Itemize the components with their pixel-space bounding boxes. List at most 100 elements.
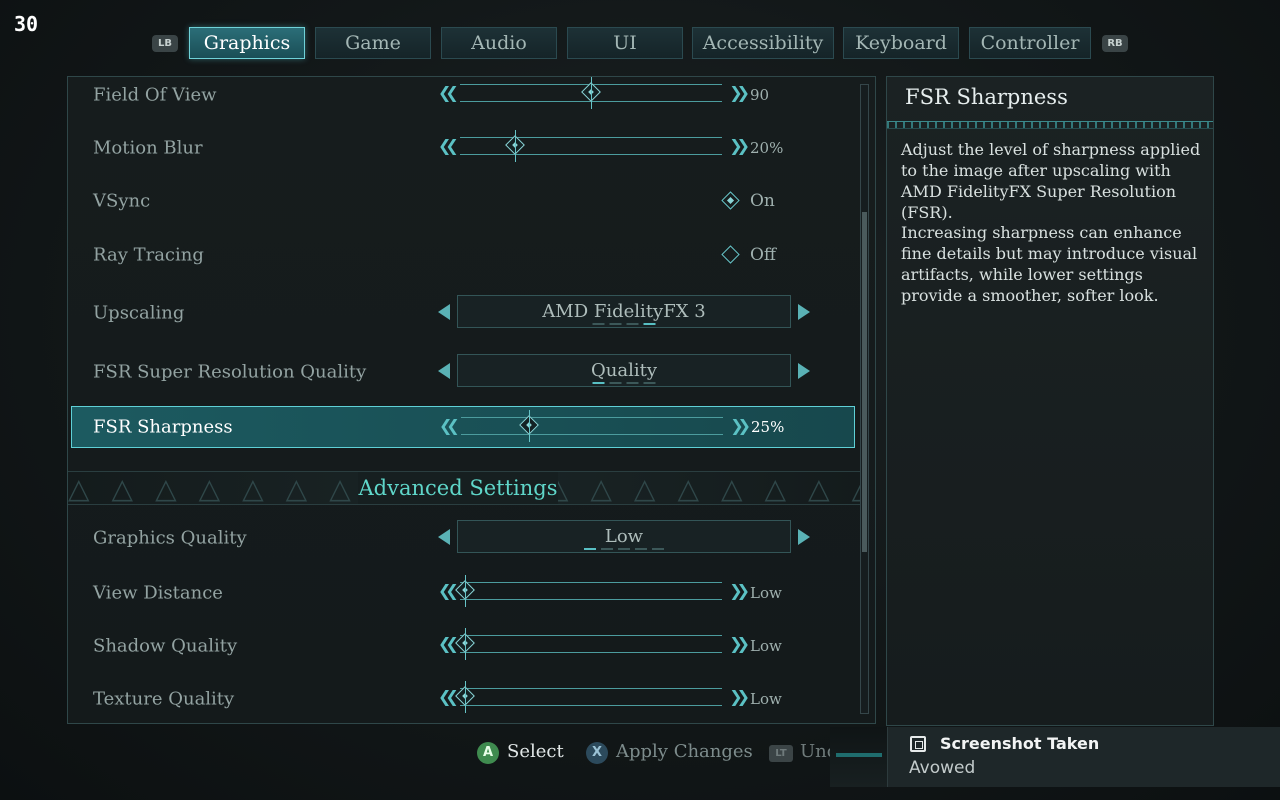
setting-value: 90 [750, 86, 770, 104]
setting-value: 25% [751, 418, 785, 436]
slider-tick-mark [465, 575, 466, 607]
setting-row-ray-tracing[interactable]: Ray Tracing Off [71, 234, 855, 276]
lb-bumper-icon[interactable]: LB [152, 35, 178, 52]
fsr-quality-selector[interactable]: Quality [457, 354, 791, 387]
a-button-icon: A [477, 742, 499, 764]
settings-scrollbar[interactable] [860, 84, 869, 714]
screenshot-thumbnail [830, 727, 888, 787]
chevron-right-icon[interactable]: ❯❯ [718, 580, 750, 602]
texture-quality-slider[interactable]: ❮❮ ❯❯ [438, 681, 750, 713]
arrow-left-icon[interactable] [438, 529, 450, 545]
notification-subtitle: Avowed [909, 758, 976, 778]
slider-track[interactable] [460, 582, 722, 600]
option-indicator [592, 382, 656, 384]
scrollbar-thumb[interactable] [862, 212, 867, 552]
chevron-right-icon[interactable]: ❯❯ [718, 633, 750, 655]
field-of-view-slider[interactable]: ❮❮ ❯❯ [438, 77, 750, 109]
setting-label: View Distance [93, 582, 223, 604]
tab-controller[interactable]: Controller [969, 27, 1091, 59]
apply-changes-hint[interactable]: Apply Changes [616, 741, 753, 762]
setting-row-fsr-quality[interactable]: FSR Super Resolution Quality Quality [71, 351, 855, 393]
option-dash [609, 323, 622, 325]
setting-label: Ray Tracing [93, 244, 204, 266]
setting-row-field-of-view[interactable]: Field Of View ❮❮ ❯❯ 90 [71, 74, 855, 116]
chevron-right-icon[interactable]: ❯❯ [718, 686, 750, 708]
tab-graphics[interactable]: Graphics [189, 27, 305, 59]
tab-audio[interactable]: Audio [441, 27, 557, 59]
slider-tick-mark [465, 628, 466, 660]
screenshot-icon [910, 736, 926, 752]
diamond-toggle-icon[interactable] [721, 245, 740, 264]
setting-value: Off [750, 245, 777, 265]
setting-label: VSync [93, 190, 151, 212]
setting-value: On [750, 191, 775, 211]
fsr-sharpness-slider[interactable]: ❮❮ ❯❯ [439, 410, 751, 442]
setting-label: Upscaling [93, 302, 185, 324]
slider-tick-mark [591, 77, 592, 109]
arrow-right-icon[interactable] [798, 363, 810, 379]
tab-accessibility[interactable]: Accessibility [692, 27, 834, 59]
setting-label: FSR Sharpness [93, 416, 233, 438]
ornament-divider [887, 121, 1213, 129]
description-paragraph: Increasing sharpness can enhance fine de… [901, 223, 1198, 305]
setting-row-shadow-quality[interactable]: Shadow Quality ❮❮ ❯❯ Low [71, 625, 855, 667]
motion-blur-slider[interactable]: ❮❮ ❯❯ [438, 130, 750, 162]
setting-row-vsync[interactable]: VSync On [71, 180, 855, 222]
option-dash [626, 382, 639, 384]
description-title: FSR Sharpness [905, 85, 1068, 109]
arrow-right-icon[interactable] [798, 529, 810, 545]
option-dash [643, 382, 656, 384]
section-title: Advanced Settings [358, 472, 558, 504]
upscaling-selector[interactable]: AMD FidelityFX 3 [457, 295, 791, 328]
setting-value: Low [750, 637, 782, 655]
option-dash-active [584, 548, 596, 550]
setting-row-upscaling[interactable]: Upscaling AMD FidelityFX 3 [71, 292, 855, 334]
tab-game[interactable]: Game [315, 27, 431, 59]
option-dash [601, 548, 613, 550]
diamond-toggle-icon[interactable] [721, 191, 740, 210]
chevron-right-icon[interactable]: ❯❯ [718, 82, 750, 104]
setting-row-motion-blur[interactable]: Motion Blur ❮❮ ❯❯ 20% [71, 127, 855, 169]
selector-value: Low [604, 526, 644, 547]
slider-track[interactable] [461, 417, 723, 435]
view-distance-slider[interactable]: ❮❮ ❯❯ [438, 575, 750, 607]
screenshot-notification[interactable]: Screenshot Taken Avowed [830, 727, 1280, 787]
setting-row-texture-quality[interactable]: Texture Quality ❮❮ ❯❯ Low [71, 678, 855, 720]
description-paragraph: Adjust the level of sharpness applied to… [901, 140, 1201, 222]
arrow-left-icon[interactable] [438, 363, 450, 379]
rb-bumper-icon[interactable]: RB [1102, 35, 1128, 52]
x-button-icon: X [586, 742, 608, 764]
option-dash [618, 548, 630, 550]
shadow-quality-slider[interactable]: ❮❮ ❯❯ [438, 628, 750, 660]
option-dash-active [643, 323, 656, 325]
slider-track[interactable] [460, 635, 722, 653]
tab-keyboard[interactable]: Keyboard [843, 27, 959, 59]
option-dash [635, 548, 647, 550]
chevron-right-icon[interactable]: ❯❯ [718, 135, 750, 157]
selector-value: Quality [591, 360, 657, 381]
setting-row-graphics-quality[interactable]: Graphics Quality Low [71, 517, 855, 559]
setting-value: Low [750, 584, 782, 602]
setting-row-fsr-sharpness[interactable]: FSR Sharpness ❮❮ ❯❯ 25% [71, 406, 855, 448]
setting-label: Field Of View [93, 84, 217, 106]
slider-track[interactable] [460, 137, 722, 155]
tab-ui[interactable]: UI [567, 27, 683, 59]
setting-value: Low [750, 690, 782, 708]
graphics-quality-selector[interactable]: Low [457, 520, 791, 553]
setting-value: 20% [750, 139, 784, 157]
option-dash [626, 323, 639, 325]
description-panel: FSR Sharpness Adjust the level of sharpn… [886, 76, 1214, 726]
slider-track[interactable] [460, 688, 722, 706]
arrow-right-icon[interactable] [798, 304, 810, 320]
arrow-left-icon[interactable] [438, 304, 450, 320]
slider-tick-mark [515, 130, 517, 162]
setting-label: FSR Super Resolution Quality [93, 361, 367, 383]
slider-tick-mark [529, 410, 530, 442]
selector-value: AMD FidelityFX 3 [542, 301, 706, 322]
setting-label: Shadow Quality [93, 635, 238, 657]
setting-row-view-distance[interactable]: View Distance ❮❮ ❯❯ Low [71, 572, 855, 614]
option-indicator [584, 548, 664, 550]
select-hint[interactable]: Select [507, 741, 564, 762]
chevron-right-icon[interactable]: ❯❯ [719, 415, 751, 437]
advanced-settings-header: △△△△△△△△△△△△△△△△△△△△ Advanced Settings [68, 471, 860, 505]
